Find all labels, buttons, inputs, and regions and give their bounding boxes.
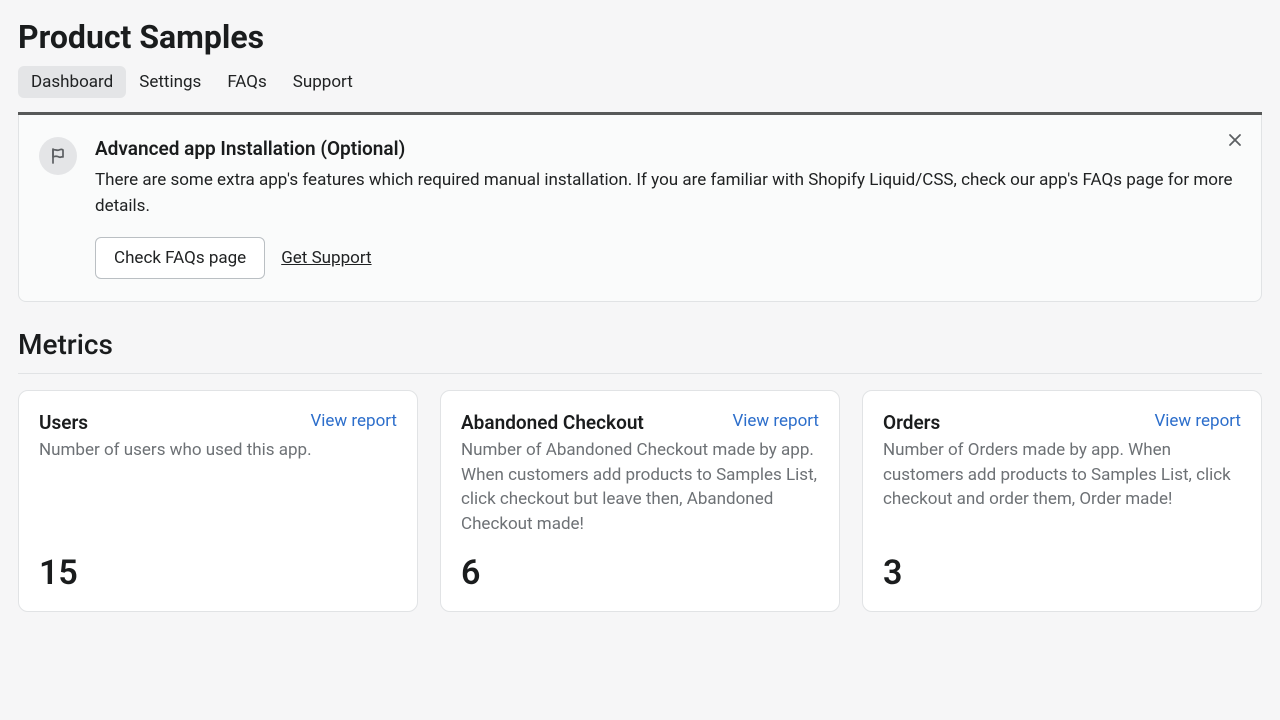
metric-card-users: Users View report Number of users who us…	[18, 390, 418, 612]
metric-title: Users	[39, 411, 88, 434]
close-icon[interactable]	[1223, 128, 1247, 152]
tab-support[interactable]: Support	[280, 66, 366, 98]
view-report-link[interactable]: View report	[732, 411, 819, 431]
get-support-link[interactable]: Get Support	[281, 248, 371, 268]
banner-description: There are some extra app's features whic…	[95, 168, 1241, 219]
tab-settings[interactable]: Settings	[126, 66, 214, 98]
check-faqs-button[interactable]: Check FAQs page	[95, 237, 265, 279]
view-report-link[interactable]: View report	[310, 411, 397, 431]
metric-value: 3	[883, 537, 1241, 593]
metric-value: 6	[461, 537, 819, 593]
flag-icon	[39, 137, 77, 175]
view-report-link[interactable]: View report	[1154, 411, 1241, 431]
tab-faqs[interactable]: FAQs	[214, 66, 279, 98]
install-banner: Advanced app Installation (Optional) The…	[18, 115, 1262, 302]
tabs-bar: Dashboard Settings FAQs Support	[18, 66, 1262, 115]
metric-description: Number of users who used this app.	[39, 438, 397, 463]
metric-description: Number of Abandoned Checkout made by app…	[461, 438, 819, 537]
metrics-heading: Metrics	[18, 328, 1262, 374]
metric-title: Orders	[883, 411, 940, 434]
metric-description: Number of Orders made by app. When custo…	[883, 438, 1241, 512]
metric-card-abandoned-checkout: Abandoned Checkout View report Number of…	[440, 390, 840, 612]
page-title: Product Samples	[18, 18, 1262, 56]
banner-title: Advanced app Installation (Optional)	[95, 137, 1241, 160]
tab-dashboard[interactable]: Dashboard	[18, 66, 126, 98]
metric-title: Abandoned Checkout	[461, 411, 644, 434]
metric-card-orders: Orders View report Number of Orders made…	[862, 390, 1262, 612]
metrics-cards: Users View report Number of users who us…	[18, 390, 1262, 612]
metric-value: 15	[39, 537, 397, 593]
